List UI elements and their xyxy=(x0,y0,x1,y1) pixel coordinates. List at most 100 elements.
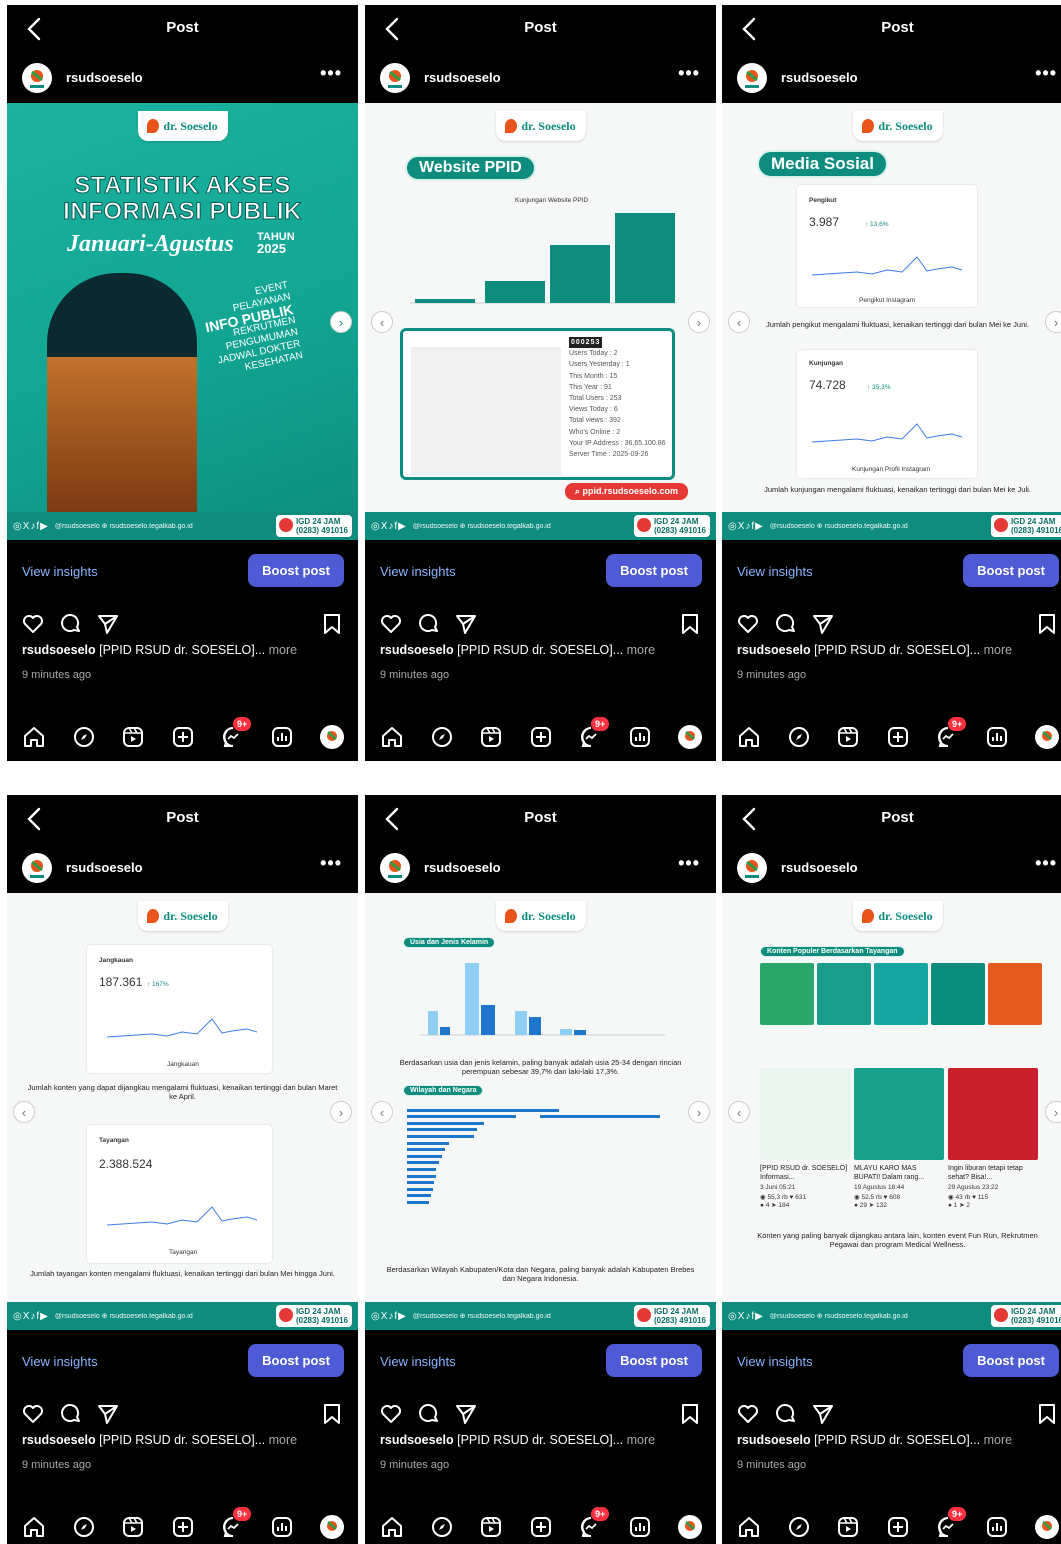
post-media[interactable]: dr. Soeselo Usia dan Jenis Kelamin Berda… xyxy=(365,893,716,1330)
explore-icon[interactable] xyxy=(430,725,454,749)
caption-username[interactable]: rsudsoeselo xyxy=(737,1433,811,1447)
bookmark-icon[interactable] xyxy=(1035,1402,1059,1426)
view-insights-link[interactable]: View insights xyxy=(380,564,456,579)
bookmark-icon[interactable] xyxy=(320,612,344,636)
bookmark-icon[interactable] xyxy=(320,1402,344,1426)
boost-post-button[interactable]: Boost post xyxy=(606,1344,702,1377)
caption-username[interactable]: rsudsoeselo xyxy=(22,1433,96,1447)
post-media[interactable]: dr. Soeselo Website PPID Kunjungan Websi… xyxy=(365,103,716,540)
username[interactable]: rsudsoeselo xyxy=(66,70,143,85)
profile-avatar[interactable] xyxy=(1035,725,1059,749)
boost-post-button[interactable]: Boost post xyxy=(248,554,344,587)
create-post-icon[interactable] xyxy=(171,1515,195,1539)
caption-more-link[interactable]: more xyxy=(627,643,655,657)
avatar[interactable] xyxy=(737,853,767,883)
create-post-icon[interactable] xyxy=(886,1515,910,1539)
reels-icon[interactable] xyxy=(121,725,145,749)
share-icon[interactable] xyxy=(454,612,478,636)
username[interactable]: rsudsoeselo xyxy=(781,70,858,85)
home-icon[interactable] xyxy=(380,1515,404,1539)
heart-icon[interactable] xyxy=(21,1402,45,1426)
heart-icon[interactable] xyxy=(21,612,45,636)
post-thumbnail[interactable] xyxy=(874,963,928,1025)
website-url[interactable]: ⌕ ppid.rsudsoeselo.com xyxy=(564,483,688,500)
home-icon[interactable] xyxy=(380,725,404,749)
dashboard-icon[interactable] xyxy=(270,1515,294,1539)
share-icon[interactable] xyxy=(811,1402,835,1426)
create-post-icon[interactable] xyxy=(171,725,195,749)
post-caption[interactable]: rsudsoeselo [PPID RSUD dr. SOESELO]... m… xyxy=(22,1433,348,1447)
dashboard-icon[interactable] xyxy=(985,725,1009,749)
share-icon[interactable] xyxy=(454,1402,478,1426)
post-media[interactable]: dr. Soeselo Media Sosial Pengikut 3.987 … xyxy=(722,103,1061,540)
view-insights-link[interactable]: View insights xyxy=(22,564,98,579)
comment-icon[interactable] xyxy=(59,612,83,636)
post-media[interactable]: dr. Soeselo STATISTIK AKSES INFORMASI PU… xyxy=(7,103,358,540)
username[interactable]: rsudsoeselo xyxy=(781,860,858,875)
bookmark-icon[interactable] xyxy=(678,1402,702,1426)
heart-icon[interactable] xyxy=(379,612,403,636)
post-thumbnail[interactable] xyxy=(988,963,1042,1025)
avatar[interactable] xyxy=(737,63,767,93)
reels-icon[interactable] xyxy=(836,1515,860,1539)
explore-icon[interactable] xyxy=(430,1515,454,1539)
heart-icon[interactable] xyxy=(379,1402,403,1426)
more-options-icon[interactable]: ••• xyxy=(678,853,700,874)
home-icon[interactable] xyxy=(22,1515,46,1539)
dashboard-icon[interactable] xyxy=(270,725,294,749)
previous-slide-button[interactable]: ‹ xyxy=(728,311,750,333)
explore-icon[interactable] xyxy=(787,725,811,749)
more-options-icon[interactable]: ••• xyxy=(320,63,342,84)
post-thumbnail[interactable] xyxy=(931,963,985,1025)
top-post-card[interactable]: MLAYU KARO MAS BUPATI! Dalam rang... 19 … xyxy=(854,1068,944,1209)
username[interactable]: rsudsoeselo xyxy=(424,70,501,85)
dashboard-icon[interactable] xyxy=(628,1515,652,1539)
previous-slide-button[interactable]: ‹ xyxy=(13,1101,35,1123)
profile-avatar[interactable] xyxy=(320,1515,344,1539)
profile-avatar[interactable] xyxy=(1035,1515,1059,1539)
dashboard-icon[interactable] xyxy=(628,725,652,749)
username[interactable]: rsudsoeselo xyxy=(66,860,143,875)
post-thumbnail[interactable] xyxy=(817,963,871,1025)
explore-icon[interactable] xyxy=(72,1515,96,1539)
boost-post-button[interactable]: Boost post xyxy=(248,1344,344,1377)
next-slide-button[interactable]: › xyxy=(688,311,710,333)
create-post-icon[interactable] xyxy=(529,1515,553,1539)
boost-post-button[interactable]: Boost post xyxy=(963,1344,1059,1377)
avatar[interactable] xyxy=(380,853,410,883)
post-media[interactable]: dr. Soeselo Konten Populer Berdasarkan T… xyxy=(722,893,1061,1330)
home-icon[interactable] xyxy=(22,725,46,749)
create-post-icon[interactable] xyxy=(886,725,910,749)
caption-username[interactable]: rsudsoeselo xyxy=(380,1433,454,1447)
more-options-icon[interactable]: ••• xyxy=(320,853,342,874)
heart-icon[interactable] xyxy=(736,1402,760,1426)
boost-post-button[interactable]: Boost post xyxy=(963,554,1059,587)
next-slide-button[interactable]: › xyxy=(1045,311,1061,333)
more-options-icon[interactable]: ••• xyxy=(1035,63,1057,84)
post-caption[interactable]: rsudsoeselo [PPID RSUD dr. SOESELO]... m… xyxy=(22,643,348,657)
previous-slide-button[interactable]: ‹ xyxy=(371,311,393,333)
view-insights-link[interactable]: View insights xyxy=(380,1354,456,1369)
home-icon[interactable] xyxy=(737,1515,761,1539)
share-icon[interactable] xyxy=(96,612,120,636)
caption-more-link[interactable]: more xyxy=(269,1433,297,1447)
view-insights-link[interactable]: View insights xyxy=(737,1354,813,1369)
post-media[interactable]: dr. Soeselo Jangkauan 187.361 ↑ 167% Jan… xyxy=(7,893,358,1330)
caption-more-link[interactable]: more xyxy=(984,643,1012,657)
home-icon[interactable] xyxy=(737,725,761,749)
messages-nav-item[interactable]: 9+ xyxy=(221,1507,252,1539)
profile-avatar[interactable] xyxy=(678,725,702,749)
more-options-icon[interactable]: ••• xyxy=(1035,853,1057,874)
post-caption[interactable]: rsudsoeselo [PPID RSUD dr. SOESELO]... m… xyxy=(737,1433,1061,1447)
view-insights-link[interactable]: View insights xyxy=(22,1354,98,1369)
caption-username[interactable]: rsudsoeselo xyxy=(737,643,811,657)
reels-icon[interactable] xyxy=(836,725,860,749)
reels-icon[interactable] xyxy=(121,1515,145,1539)
avatar[interactable] xyxy=(380,63,410,93)
messages-nav-item[interactable]: 9+ xyxy=(579,717,610,749)
comment-icon[interactable] xyxy=(774,612,798,636)
next-slide-button[interactable]: › xyxy=(1045,1101,1061,1123)
reels-icon[interactable] xyxy=(479,725,503,749)
messages-nav-item[interactable]: 9+ xyxy=(579,1507,610,1539)
explore-icon[interactable] xyxy=(72,725,96,749)
